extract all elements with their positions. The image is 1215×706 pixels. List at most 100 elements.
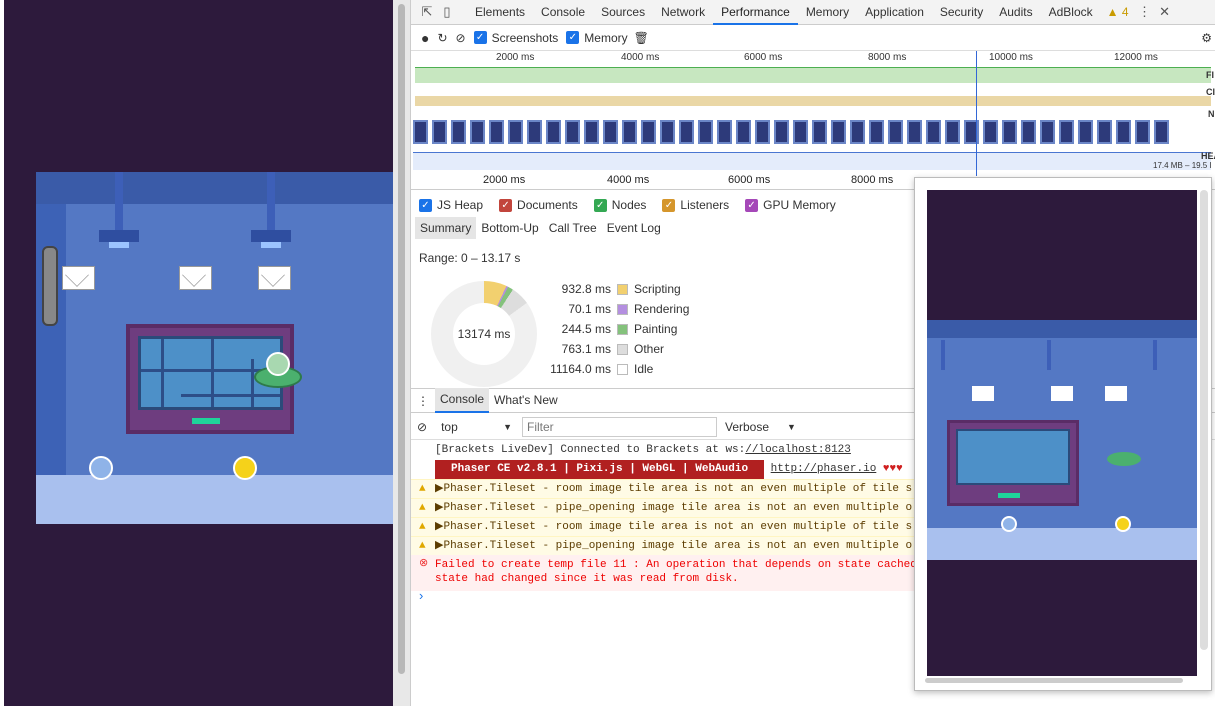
- preview-floor: [927, 528, 1197, 560]
- legend-label: Painting: [634, 322, 678, 336]
- legend-row-scripting: 932.8 ms Scripting: [541, 279, 689, 299]
- log-link[interactable]: //localhost:8123: [745, 444, 851, 456]
- devtools-tabbar: ⇱ ▯ Elements Console Sources Network Per…: [411, 0, 1215, 25]
- listeners-label: Listeners: [680, 198, 730, 212]
- legend-swatch: [617, 283, 628, 295]
- total-time: 13174 ms: [453, 303, 515, 365]
- memory-checkbox[interactable]: ✓ Memory: [566, 31, 628, 45]
- js-heap-checkbox[interactable]: ✓ JS Heap: [419, 198, 483, 212]
- screenshot-preview-popup: [914, 177, 1212, 691]
- record-icon[interactable]: ●: [421, 30, 429, 46]
- ruler-tick: 8000 ms: [851, 174, 894, 186]
- tab-event-log[interactable]: Event Log: [602, 217, 666, 239]
- net-label: N: [1208, 109, 1215, 119]
- tab-security[interactable]: Security: [932, 0, 991, 25]
- legend-swatch: [617, 303, 628, 315]
- documents-label: Documents: [517, 198, 578, 212]
- legend-swatch: [617, 323, 628, 335]
- warning-text: Phaser.Tileset - room image tile area is…: [443, 521, 913, 533]
- ceiling-lamp-icon: [251, 172, 291, 252]
- tab-whats-new[interactable]: What's New: [489, 389, 563, 412]
- tab-console-drawer[interactable]: Console: [435, 388, 490, 413]
- context-selector[interactable]: top: [441, 420, 503, 434]
- warning-line[interactable]: ▲ ▶Phaser.Tileset - room image tile area …: [411, 479, 921, 498]
- blue-character-icon: [1001, 516, 1017, 532]
- filter-input[interactable]: Filter: [521, 416, 717, 437]
- warning-icon: ▲: [419, 521, 426, 533]
- js-heap-label: JS Heap: [437, 198, 484, 212]
- phaser-banner: Phaser CE v2.8.1 | Pixi.js | WebGL | Web…: [435, 460, 765, 479]
- screenshots-checkbox[interactable]: ✓ Screenshots: [473, 31, 558, 45]
- error-text: Failed to create temp file 11 : An opera…: [435, 559, 917, 571]
- log-level-selector[interactable]: Verbose: [725, 420, 787, 434]
- heap-range-label: 17.4 MB – 19.5 I: [1153, 161, 1212, 170]
- warning-line[interactable]: ▲ ▶Phaser.Tileset - room image tile area …: [411, 517, 921, 536]
- phaser-link[interactable]: http://phaser.io: [771, 463, 877, 475]
- yellow-character-icon: [1115, 516, 1131, 532]
- legend-label: Rendering: [634, 302, 690, 316]
- error-text: state had changed since it was read from…: [435, 573, 739, 585]
- warning-text: Phaser.Tileset - room image tile area is…: [443, 483, 913, 495]
- legend-value: 11164.0 ms: [550, 362, 611, 376]
- tab-application[interactable]: Application: [857, 0, 932, 25]
- tab-summary[interactable]: Summary: [415, 217, 477, 239]
- fps-label: FI: [1206, 70, 1214, 80]
- chevron-down-icon[interactable]: ▼: [787, 422, 796, 432]
- game-scrollbar[interactable]: [393, 0, 410, 706]
- preview-vscrollbar[interactable]: [1200, 190, 1208, 650]
- legend-label: Idle: [634, 362, 654, 376]
- preview-status-bar: [998, 493, 1020, 498]
- ruler-tick: 2000 ms: [483, 174, 526, 186]
- inspect-icon[interactable]: ⇱: [417, 4, 437, 20]
- timeline-overview[interactable]: 2000 ms 4000 ms 6000 ms 8000 ms 10000 ms…: [411, 51, 1215, 171]
- tab-performance[interactable]: Performance: [713, 0, 798, 25]
- drawer-menu-icon[interactable]: ⋮: [417, 394, 429, 408]
- clear-icon[interactable]: ⊘: [456, 31, 466, 45]
- tab-bottom-up[interactable]: Bottom-Up: [476, 217, 543, 239]
- preview-ceiling: [927, 320, 1197, 338]
- console-prompt[interactable]: ›: [419, 588, 423, 603]
- chevron-down-icon[interactable]: ▼: [503, 422, 512, 432]
- warning-line[interactable]: ▲ ▶Phaser.Tileset - pipe_opening image ti…: [411, 536, 921, 555]
- clear-console-icon[interactable]: ⊘: [417, 420, 427, 434]
- game-viewport[interactable]: [0, 0, 410, 706]
- left-edge: [0, 0, 4, 706]
- timeline-cursor[interactable]: [976, 51, 977, 176]
- warning-line[interactable]: ▲ ▶Phaser.Tileset - pipe_opening image ti…: [411, 498, 921, 517]
- tab-audits[interactable]: Audits: [991, 0, 1040, 25]
- tab-adblock[interactable]: AdBlock: [1041, 0, 1101, 25]
- cpu-track: [415, 96, 1211, 106]
- legend-row-idle: 11164.0 ms Idle: [541, 359, 689, 379]
- trash-icon[interactable]: 🗑: [634, 31, 649, 45]
- tab-elements[interactable]: Elements: [467, 0, 533, 25]
- envelope-icon: [179, 266, 212, 290]
- preview-hscrollbar[interactable]: [925, 678, 1183, 683]
- overview-tick: 4000 ms: [621, 52, 660, 63]
- tab-call-tree[interactable]: Call Tree: [544, 217, 602, 239]
- warning-count[interactable]: ▲ 4: [1101, 5, 1135, 19]
- error-icon: ⊗: [419, 558, 429, 570]
- gpu-memory-label: GPU Memory: [763, 198, 836, 212]
- envelope-icon: [1051, 386, 1073, 401]
- summary-donut-chart: 13174 ms: [431, 281, 537, 387]
- close-icon[interactable]: ✕: [1155, 4, 1175, 20]
- legend-swatch: [617, 343, 628, 355]
- game-room: [36, 172, 394, 524]
- settings-gear-icon[interactable]: ⚙: [1201, 31, 1212, 45]
- documents-checkbox[interactable]: ✓ Documents: [499, 198, 578, 212]
- tab-memory[interactable]: Memory: [798, 0, 857, 25]
- nodes-checkbox[interactable]: ✓ Nodes: [593, 198, 646, 212]
- listeners-checkbox[interactable]: ✓ Listeners: [662, 198, 729, 212]
- gpu-memory-checkbox[interactable]: ✓ GPU Memory: [745, 198, 836, 212]
- tab-network[interactable]: Network: [653, 0, 713, 25]
- tab-sources[interactable]: Sources: [593, 0, 653, 25]
- tab-console[interactable]: Console: [533, 0, 593, 25]
- range-label: Range: 0 – 13.17 s: [419, 251, 521, 265]
- heap-track: [413, 152, 1211, 170]
- device-toolbar-icon[interactable]: ▯: [437, 4, 457, 20]
- overview-tick: 8000 ms: [868, 52, 907, 63]
- reload-record-icon[interactable]: ↻: [437, 31, 447, 45]
- envelope-icon: [1105, 386, 1127, 401]
- legend-label: Other: [634, 342, 665, 356]
- more-menu-icon[interactable]: ⋮: [1135, 4, 1155, 20]
